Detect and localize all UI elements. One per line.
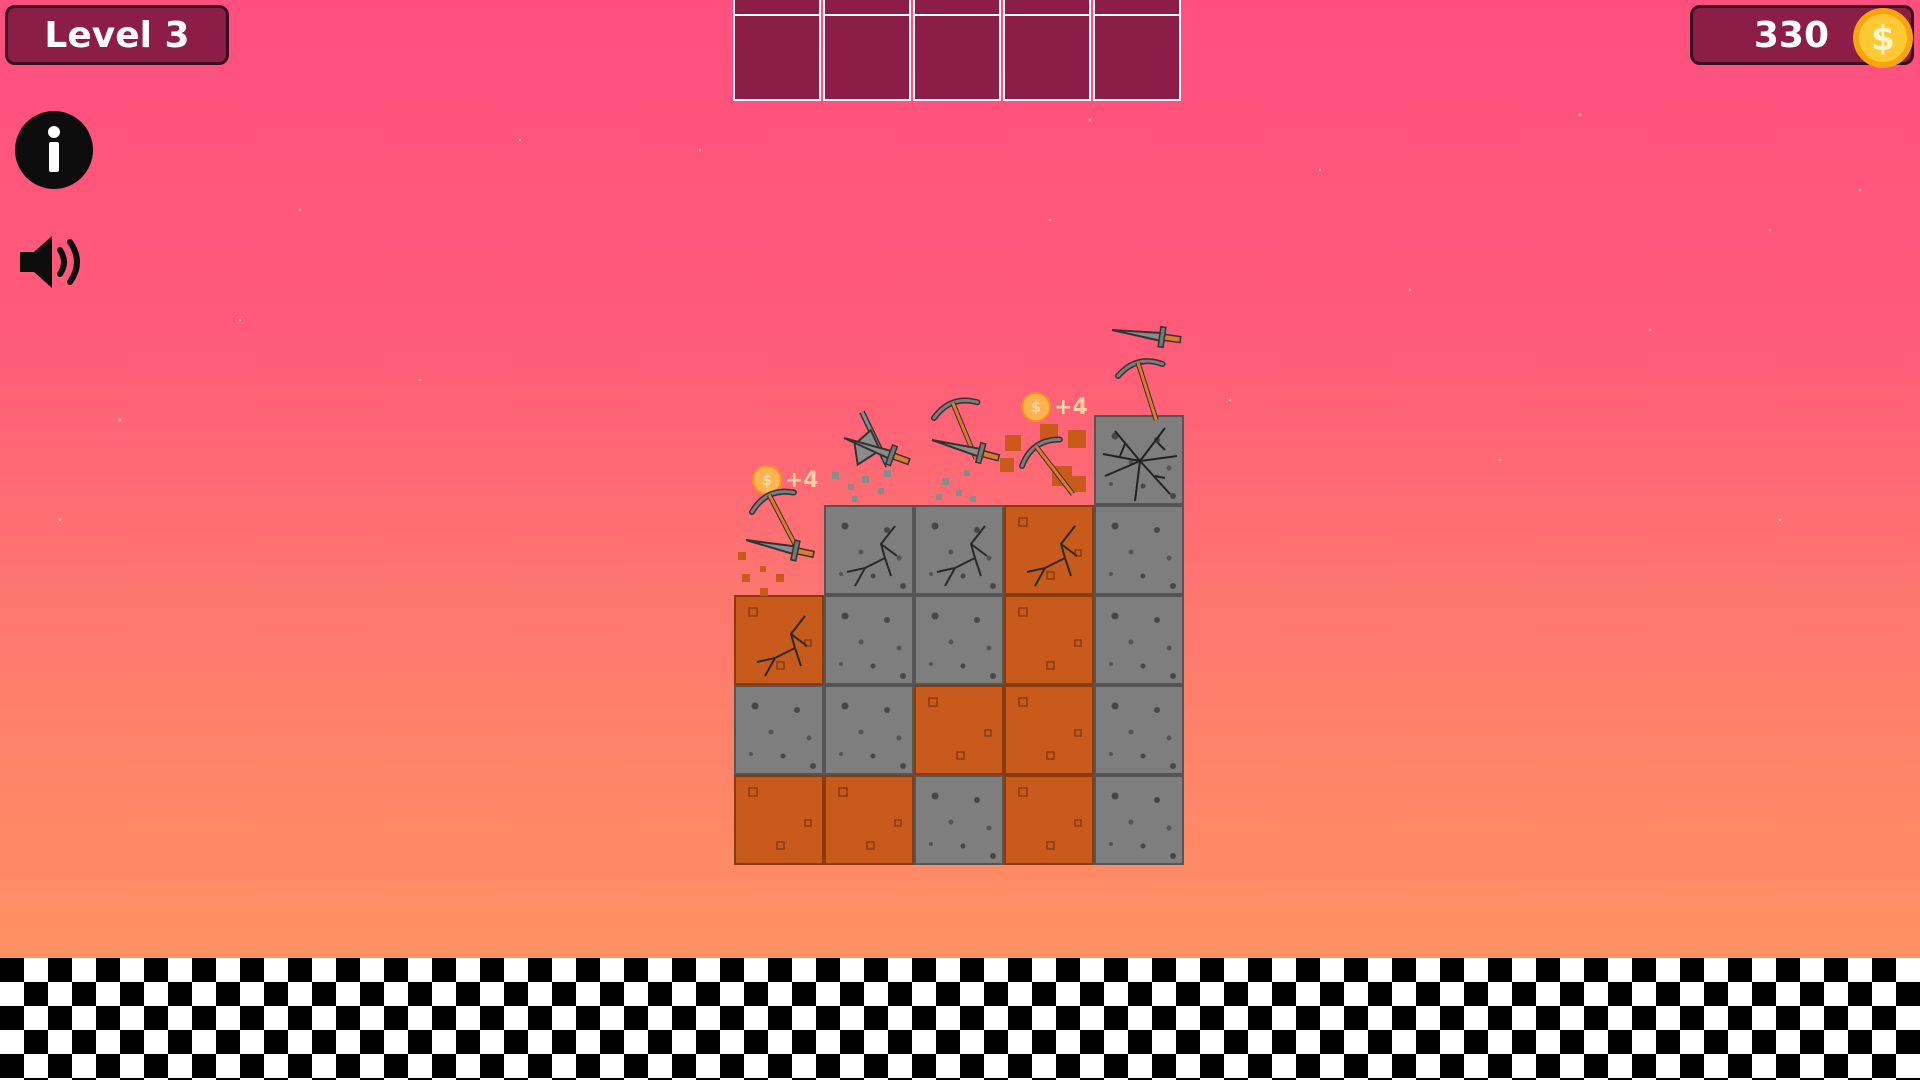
stone-block-cracked[interactable] bbox=[1094, 415, 1184, 505]
stone-block[interactable] bbox=[734, 685, 824, 775]
stone-block-cracked[interactable] bbox=[914, 505, 1004, 595]
dirt-block[interactable] bbox=[824, 775, 914, 865]
stone-block-cracked[interactable] bbox=[824, 505, 914, 595]
stone-block[interactable] bbox=[1094, 775, 1184, 865]
dirt-block[interactable] bbox=[1004, 595, 1094, 685]
sword-icon bbox=[742, 529, 817, 566]
block-board bbox=[734, 319, 1184, 865]
checkered-floor bbox=[0, 958, 1920, 1080]
stone-block[interactable] bbox=[824, 595, 914, 685]
stone-block[interactable] bbox=[1094, 685, 1184, 775]
stone-block[interactable] bbox=[914, 595, 1004, 685]
dirt-block-cracked[interactable] bbox=[734, 595, 824, 685]
dirt-block[interactable] bbox=[1004, 775, 1094, 865]
stone-block[interactable] bbox=[824, 685, 914, 775]
stone-block[interactable] bbox=[914, 775, 1004, 865]
stone-block[interactable] bbox=[1094, 505, 1184, 595]
dirt-block-cracked[interactable] bbox=[1004, 505, 1094, 595]
dirt-block[interactable] bbox=[1004, 685, 1094, 775]
dirt-block[interactable] bbox=[914, 685, 1004, 775]
stone-debris bbox=[832, 470, 976, 502]
sword-icon bbox=[1109, 319, 1183, 351]
sword-icon bbox=[839, 427, 914, 472]
stone-block[interactable] bbox=[1094, 595, 1184, 685]
dirt-block[interactable] bbox=[734, 775, 824, 865]
